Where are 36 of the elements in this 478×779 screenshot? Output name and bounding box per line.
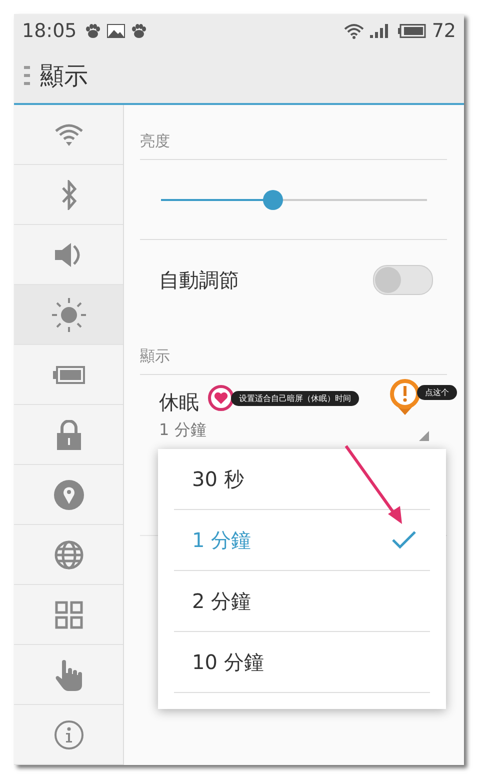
sidebar-item[interactable] — [14, 285, 123, 345]
alert-marker-icon — [390, 379, 420, 415]
info-icon — [54, 720, 84, 750]
wifi-icon — [54, 122, 84, 146]
grid-icon — [54, 600, 82, 628]
toggle-switch[interactable] — [373, 265, 433, 295]
heart-badge-icon — [208, 385, 234, 411]
section-header: 亮度 — [140, 132, 170, 151]
paw-icon — [130, 24, 147, 38]
slider-thumb[interactable] — [262, 190, 283, 210]
location-pin-icon — [54, 480, 84, 510]
dropdown-option[interactable]: 2 分鐘 — [174, 571, 430, 632]
setting-label: 休眠 — [159, 389, 199, 416]
lock-icon — [56, 420, 82, 450]
annotation-tooltip: 点这个 — [417, 385, 457, 400]
section-header: 顯示 — [140, 347, 170, 366]
status-time: 18:05 — [22, 20, 77, 42]
image-icon — [106, 24, 125, 38]
bluetooth-icon — [60, 180, 76, 210]
setting-value: 1 分鐘 — [159, 420, 206, 441]
paw-icon — [84, 24, 101, 38]
screen-title: 顯示 — [40, 60, 88, 92]
menu-icon[interactable] — [24, 66, 30, 86]
wifi-icon — [344, 23, 364, 39]
battery-icon — [398, 24, 426, 38]
dropdown-option[interactable]: 30 秒 — [174, 449, 430, 510]
annotation-tooltip: 设置适合自己暗屏（休眠）时间 — [231, 390, 359, 406]
globe-icon — [54, 540, 84, 570]
battery-icon — [52, 366, 84, 384]
dropdown-corner-icon[interactable] — [419, 431, 429, 441]
checkmark-icon — [392, 531, 416, 549]
dropdown-option[interactable]: 10 分鐘 — [174, 632, 430, 693]
sun-icon — [52, 298, 86, 332]
setting-label: 自動調節 — [159, 266, 239, 294]
battery-percentage: 72 — [432, 20, 456, 42]
hand-pointer-icon — [54, 658, 82, 690]
